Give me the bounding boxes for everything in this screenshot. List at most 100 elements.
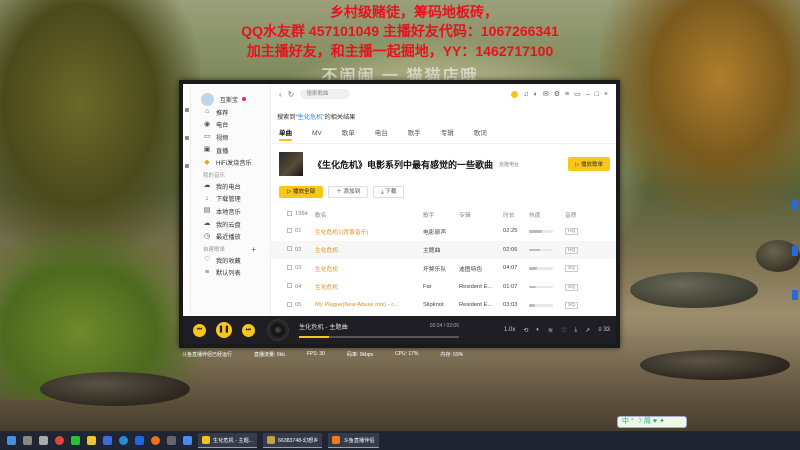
sound-effect-icon[interactable]: ≋ [548,327,553,334]
input-method-widget[interactable]: 中 ° ☽ 简 ♥ ✦ [617,416,687,428]
table-row[interactable]: 01 生化危机1(背景音乐) 电影原声 02:25 HQ [271,222,616,241]
sidebar-item-cloud-disk[interactable]: ☁ 我的云盘 [191,218,270,231]
progress-bar[interactable] [299,336,459,338]
checkbox[interactable] [287,227,292,233]
checkbox[interactable] [287,283,292,289]
folder-icon[interactable] [87,436,96,445]
sidebar-item-downloads[interactable]: ↓ 下载管理 [191,193,270,206]
play-playlist-button[interactable]: ▷ 播放歌单 [568,157,610,171]
app-icon[interactable] [135,436,144,445]
song-title[interactable]: 生化危机 [315,245,423,254]
sidebar-item-radio[interactable]: ◉ 电台 [191,119,270,132]
song-singer[interactable]: 坏獒乐队 [423,264,459,273]
search-input[interactable]: 搜索歌曲 [300,89,351,99]
taskbar-item-game[interactable]: 66383748-幻想乡 [263,433,323,448]
desktop-shortcut-icon[interactable] [792,200,798,210]
sidebar-item-default-list[interactable]: ≡ 默认列表 [191,267,270,280]
download-button[interactable]: ⤓ 下载 [373,186,405,198]
search-icon[interactable] [23,436,32,445]
tab-albums[interactable]: 专辑 [441,128,454,143]
share-icon[interactable]: ↗ [585,327,590,334]
close-icon[interactable]: × [604,91,608,98]
row-checkbox[interactable] [271,227,295,235]
play-all-button[interactable]: ▷ 播放全部 [279,186,324,198]
song-title[interactable]: 生化危机 [315,282,423,291]
sidebar-item-recent[interactable]: ◷ 最近播放 [191,230,270,243]
task-view-icon[interactable] [39,436,48,445]
playlist-count[interactable]: ≡ 33 [598,327,610,334]
taskbar-item-music[interactable]: 生化危机 - 主题... [198,433,258,448]
table-row[interactable]: 05 My Plague(New Abuse mix) - r... Slipkno… [271,296,616,315]
sidebar-item-local[interactable]: ▤ 本地音乐 [191,205,270,218]
song-album[interactable]: Resident E... [459,302,503,308]
checkbox[interactable] [287,264,292,270]
song-singer[interactable]: 电影原声 [423,227,459,236]
select-all-checkbox[interactable] [287,210,292,216]
album-cover[interactable] [279,152,303,176]
add-to-button[interactable]: ＋ 添加到 [328,186,369,198]
sidebar-item-video[interactable]: ▭ 视频 [191,131,270,144]
pause-button[interactable]: ❚❚ [216,322,232,338]
now-playing-disc[interactable] [267,319,289,341]
checkbox[interactable] [287,301,292,307]
table-row[interactable]: 03 生化危机 坏獒乐队 迪图特色 04:07 SQ [271,259,616,278]
album-card[interactable]: 《生化危机》电影系列中最有感觉的一些歌曲 克隆电台 ▷ 播放歌单 [271,144,616,178]
back-icon[interactable]: ‹ [279,90,282,99]
start-icon[interactable] [7,436,16,445]
table-row[interactable]: 02 生化危机 主题曲 02:06 HQ [271,240,616,259]
sidebar-item-favorites[interactable]: ♡ 我的收藏 [191,254,251,267]
like-icon[interactable]: ♡ [561,327,566,334]
app-icon[interactable] [167,436,176,445]
refresh-icon[interactable]: ↻ [288,90,295,99]
vip-icon[interactable] [511,90,519,98]
avatar[interactable] [201,92,214,106]
desktop-shortcut-icon[interactable] [792,246,798,256]
prev-button[interactable]: ⏮ [193,323,206,337]
sidebar-item-hifi[interactable]: ◆ HiFi发烧音乐 [191,156,270,169]
song-title[interactable]: 生化危机 [315,264,423,273]
row-checkbox[interactable] [271,264,295,272]
app-icon[interactable] [183,436,192,445]
row-checkbox[interactable] [271,301,295,309]
mini-mode-icon[interactable]: ▭ [574,90,581,98]
tab-singers[interactable]: 歌手 [408,128,421,143]
desktop-shortcut-icon[interactable] [792,290,798,300]
song-singer[interactable]: Far [423,284,459,290]
mail-icon[interactable]: ✉ [543,90,549,98]
sidebar-item-recommend[interactable]: ⌂ 推荐 [191,106,270,119]
song-singer[interactable]: 主题曲 [423,245,459,254]
checkbox[interactable] [287,246,292,252]
app-icon[interactable] [103,436,112,445]
add-playlist-icon[interactable]: + [251,243,256,257]
download-song-icon[interactable]: ⤓ [574,327,577,334]
minimize-icon[interactable]: – [586,91,590,98]
table-row[interactable]: 04 生化危机 Far Resident E... 01:07 SQ [271,278,616,297]
headphone-icon[interactable]: ♫ [523,91,528,98]
song-title[interactable]: My Plague(New Abuse mix) - r... [315,302,423,308]
maximize-icon[interactable]: □ [595,91,599,98]
tab-playlists[interactable]: 歌单 [342,128,355,143]
brand[interactable]: 互斯宝 [191,84,270,106]
next-button[interactable]: ⏭ [242,323,255,337]
tab-lyrics[interactable]: 歌词 [474,128,487,143]
album-title[interactable]: 《生化危机》电影系列中最有感觉的一些歌曲 [313,158,493,171]
song-title[interactable]: 生化危机1(背景音乐) [315,227,423,236]
song-album[interactable]: Resident E... [459,284,503,290]
speed-button[interactable]: 1.0x [504,327,515,334]
sidebar-item-live[interactable]: ▣ 直播 [191,144,270,157]
wechat-icon[interactable] [71,436,80,445]
loop-icon[interactable]: ⟲ [523,327,528,334]
firefox-icon[interactable] [151,436,160,445]
tab-radio[interactable]: 电台 [375,128,388,143]
row-checkbox[interactable] [271,283,295,290]
tab-mv[interactable]: MV [312,128,322,143]
settings-icon[interactable]: ⚙ [554,90,560,98]
tab-songs[interactable]: 单曲 [279,128,292,141]
browser-icon[interactable] [119,436,128,445]
row-checkbox[interactable] [271,246,295,253]
volume-icon[interactable]: 🔈︎ [536,327,540,334]
skin-icon[interactable]: ◐ [534,91,538,98]
taskbar-item-douyu[interactable]: 斗鱼直播伴侣 [328,433,379,448]
song-singer[interactable]: Slipknot [423,302,459,308]
song-album[interactable]: 迪图特色 [459,264,503,273]
